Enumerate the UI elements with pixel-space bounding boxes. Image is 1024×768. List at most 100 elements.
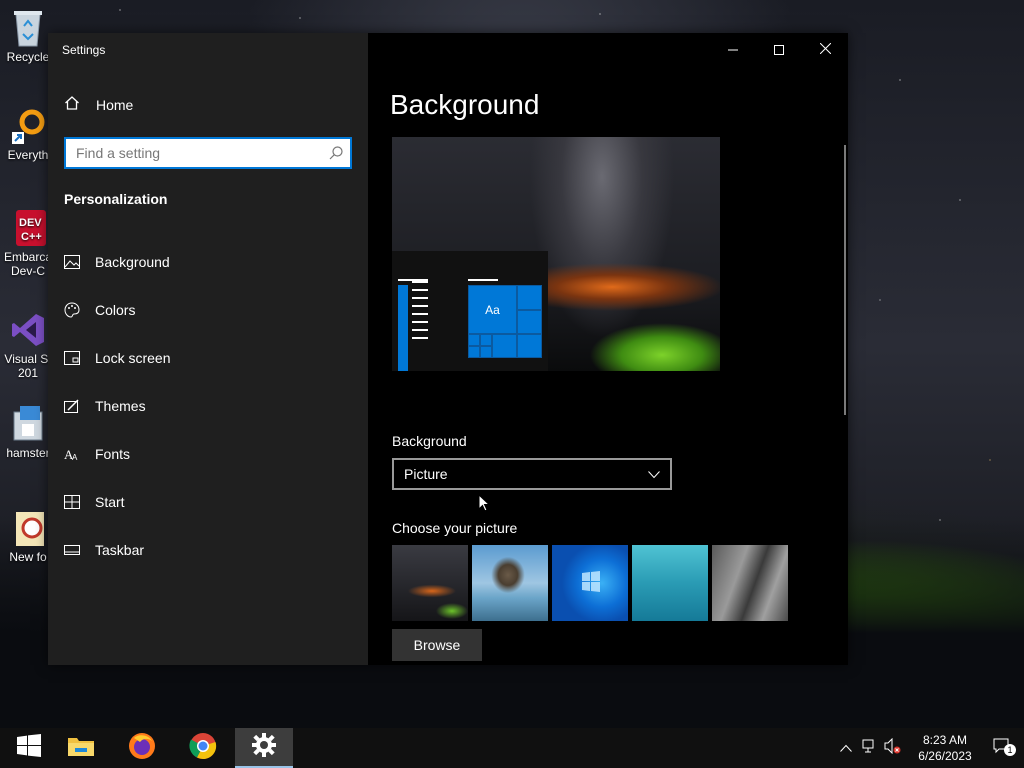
chevron-down-icon xyxy=(648,466,660,482)
brush-icon xyxy=(64,398,80,414)
visual-studio-icon xyxy=(10,310,46,350)
new-folder-icon xyxy=(10,508,46,548)
preview-start-menu: Aa xyxy=(392,251,548,371)
preview-tile xyxy=(480,346,492,358)
start-button[interactable] xyxy=(0,728,58,768)
file-explorer-icon xyxy=(67,734,95,763)
preview-menu-line xyxy=(398,279,428,281)
nav-item-label: Start xyxy=(95,494,125,510)
dropdown-value: Picture xyxy=(404,466,448,482)
nav-home-label: Home xyxy=(96,96,134,113)
nav-item-lock-screen[interactable]: Lock screen xyxy=(64,334,170,382)
network-icon[interactable] xyxy=(862,738,878,759)
preview-tile xyxy=(517,334,542,358)
everything-search-icon xyxy=(10,106,46,146)
desktop-icon-label: Visual St 201 xyxy=(4,352,52,380)
thumbnail-rock-cliff[interactable] xyxy=(712,545,788,621)
preview-app-list xyxy=(398,285,408,371)
preview-tile xyxy=(468,346,480,358)
nav-item-themes[interactable]: Themes xyxy=(64,382,170,430)
nav-item-label: Themes xyxy=(95,398,146,414)
close-icon xyxy=(819,41,831,59)
dev-cpp-icon: DEV C++ xyxy=(10,208,46,248)
taskbar-chrome[interactable] xyxy=(174,728,232,768)
desktop-icon-label: New fo xyxy=(9,550,47,564)
system-tray: 8:23 AM 6/26/2023 1 xyxy=(840,728,1024,768)
preview-tile-large: Aa xyxy=(468,285,517,334)
preview-tile xyxy=(517,285,542,310)
desktop-icon-label: Everyth xyxy=(7,148,49,162)
nav-item-colors[interactable]: Colors xyxy=(64,286,170,334)
settings-gear-icon xyxy=(251,732,277,763)
recycle-bin-icon xyxy=(10,8,46,48)
svg-text:DEV: DEV xyxy=(19,217,42,229)
window-title: Settings xyxy=(62,43,106,57)
nav-home[interactable]: Home xyxy=(64,95,133,114)
home-icon xyxy=(64,95,80,114)
close-button[interactable] xyxy=(802,37,848,63)
preview-tile xyxy=(468,334,480,346)
minimize-button[interactable] xyxy=(710,37,756,63)
nav-item-label: Taskbar xyxy=(95,542,145,558)
font-icon: AA xyxy=(64,446,80,462)
preview-tile xyxy=(517,310,542,334)
nav-item-start[interactable]: Start xyxy=(64,478,170,526)
search-box[interactable] xyxy=(64,137,352,169)
taskbar-firefox[interactable] xyxy=(113,728,171,768)
background-type-label: Background xyxy=(392,433,467,449)
mouse-cursor-icon xyxy=(478,493,491,518)
clock-date: 6/26/2023 xyxy=(918,749,972,763)
settings-window: Settings Home Personalization Background xyxy=(48,33,848,665)
hamster-app-icon xyxy=(10,404,46,444)
taskbar-icon xyxy=(64,542,80,558)
nav-item-label: Background xyxy=(95,254,170,270)
search-input[interactable] xyxy=(66,139,316,167)
nav-item-taskbar[interactable]: Taskbar xyxy=(64,526,170,574)
taskbar-settings[interactable] xyxy=(235,728,293,768)
palette-icon xyxy=(64,302,80,318)
thumbnail-milky-way-tent[interactable] xyxy=(392,545,468,621)
maximize-button[interactable] xyxy=(756,37,802,63)
nav-item-label: Colors xyxy=(95,302,136,318)
preview-menu-line xyxy=(468,279,498,281)
thumbnail-windows-logo[interactable] xyxy=(552,545,628,621)
taskbar-file-explorer[interactable] xyxy=(52,728,110,768)
desktop-icon-label: Recycle xyxy=(6,50,50,64)
nav-item-label: Fonts xyxy=(95,446,131,462)
nav-item-fonts[interactable]: AA Fonts xyxy=(64,430,170,478)
picture-icon xyxy=(64,254,80,270)
nav-item-background[interactable]: Background xyxy=(64,238,170,286)
start-grid-icon xyxy=(64,494,80,510)
volume-muted-icon[interactable] xyxy=(884,737,902,759)
scrollbar[interactable] xyxy=(844,145,846,415)
thumbnail-beach-rock[interactable] xyxy=(472,545,548,621)
browse-button[interactable]: Browse xyxy=(392,629,482,661)
settings-sidebar: Settings Home Personalization Background xyxy=(48,33,368,665)
background-preview: Aa xyxy=(392,137,720,371)
preview-tiles: Aa xyxy=(468,285,542,371)
lock-screen-icon xyxy=(64,350,80,366)
preview-tile xyxy=(492,334,517,358)
search-icon[interactable] xyxy=(328,145,344,166)
firefox-icon xyxy=(128,732,156,765)
svg-text:C++: C++ xyxy=(21,231,42,243)
start-icon xyxy=(17,733,41,763)
section-title: Personalization xyxy=(64,191,168,207)
desktop-icon-label: hamster xyxy=(6,446,50,460)
preview-tile xyxy=(480,334,492,346)
background-type-dropdown[interactable]: Picture xyxy=(392,458,672,490)
nav-list: Background Colors Lock screen Themes A A… xyxy=(64,238,170,574)
picture-thumbnails xyxy=(392,545,788,621)
notification-badge: 1 xyxy=(1004,743,1016,756)
nav-item-label: Lock screen xyxy=(95,350,171,366)
chevron-up-icon[interactable] xyxy=(840,739,852,757)
preview-menu-lines xyxy=(412,281,428,345)
svg-text:A: A xyxy=(72,453,78,462)
thumbnail-underwater-swimmer[interactable] xyxy=(632,545,708,621)
clock-time: 8:23 AM xyxy=(922,733,968,747)
chrome-icon xyxy=(189,732,217,765)
action-center-button[interactable]: 1 xyxy=(980,738,1024,759)
settings-content: Background Aa Background Picture Choose … xyxy=(368,33,848,665)
page-title: Background xyxy=(390,89,540,120)
taskbar-clock[interactable]: 8:23 AM 6/26/2023 xyxy=(910,732,980,764)
